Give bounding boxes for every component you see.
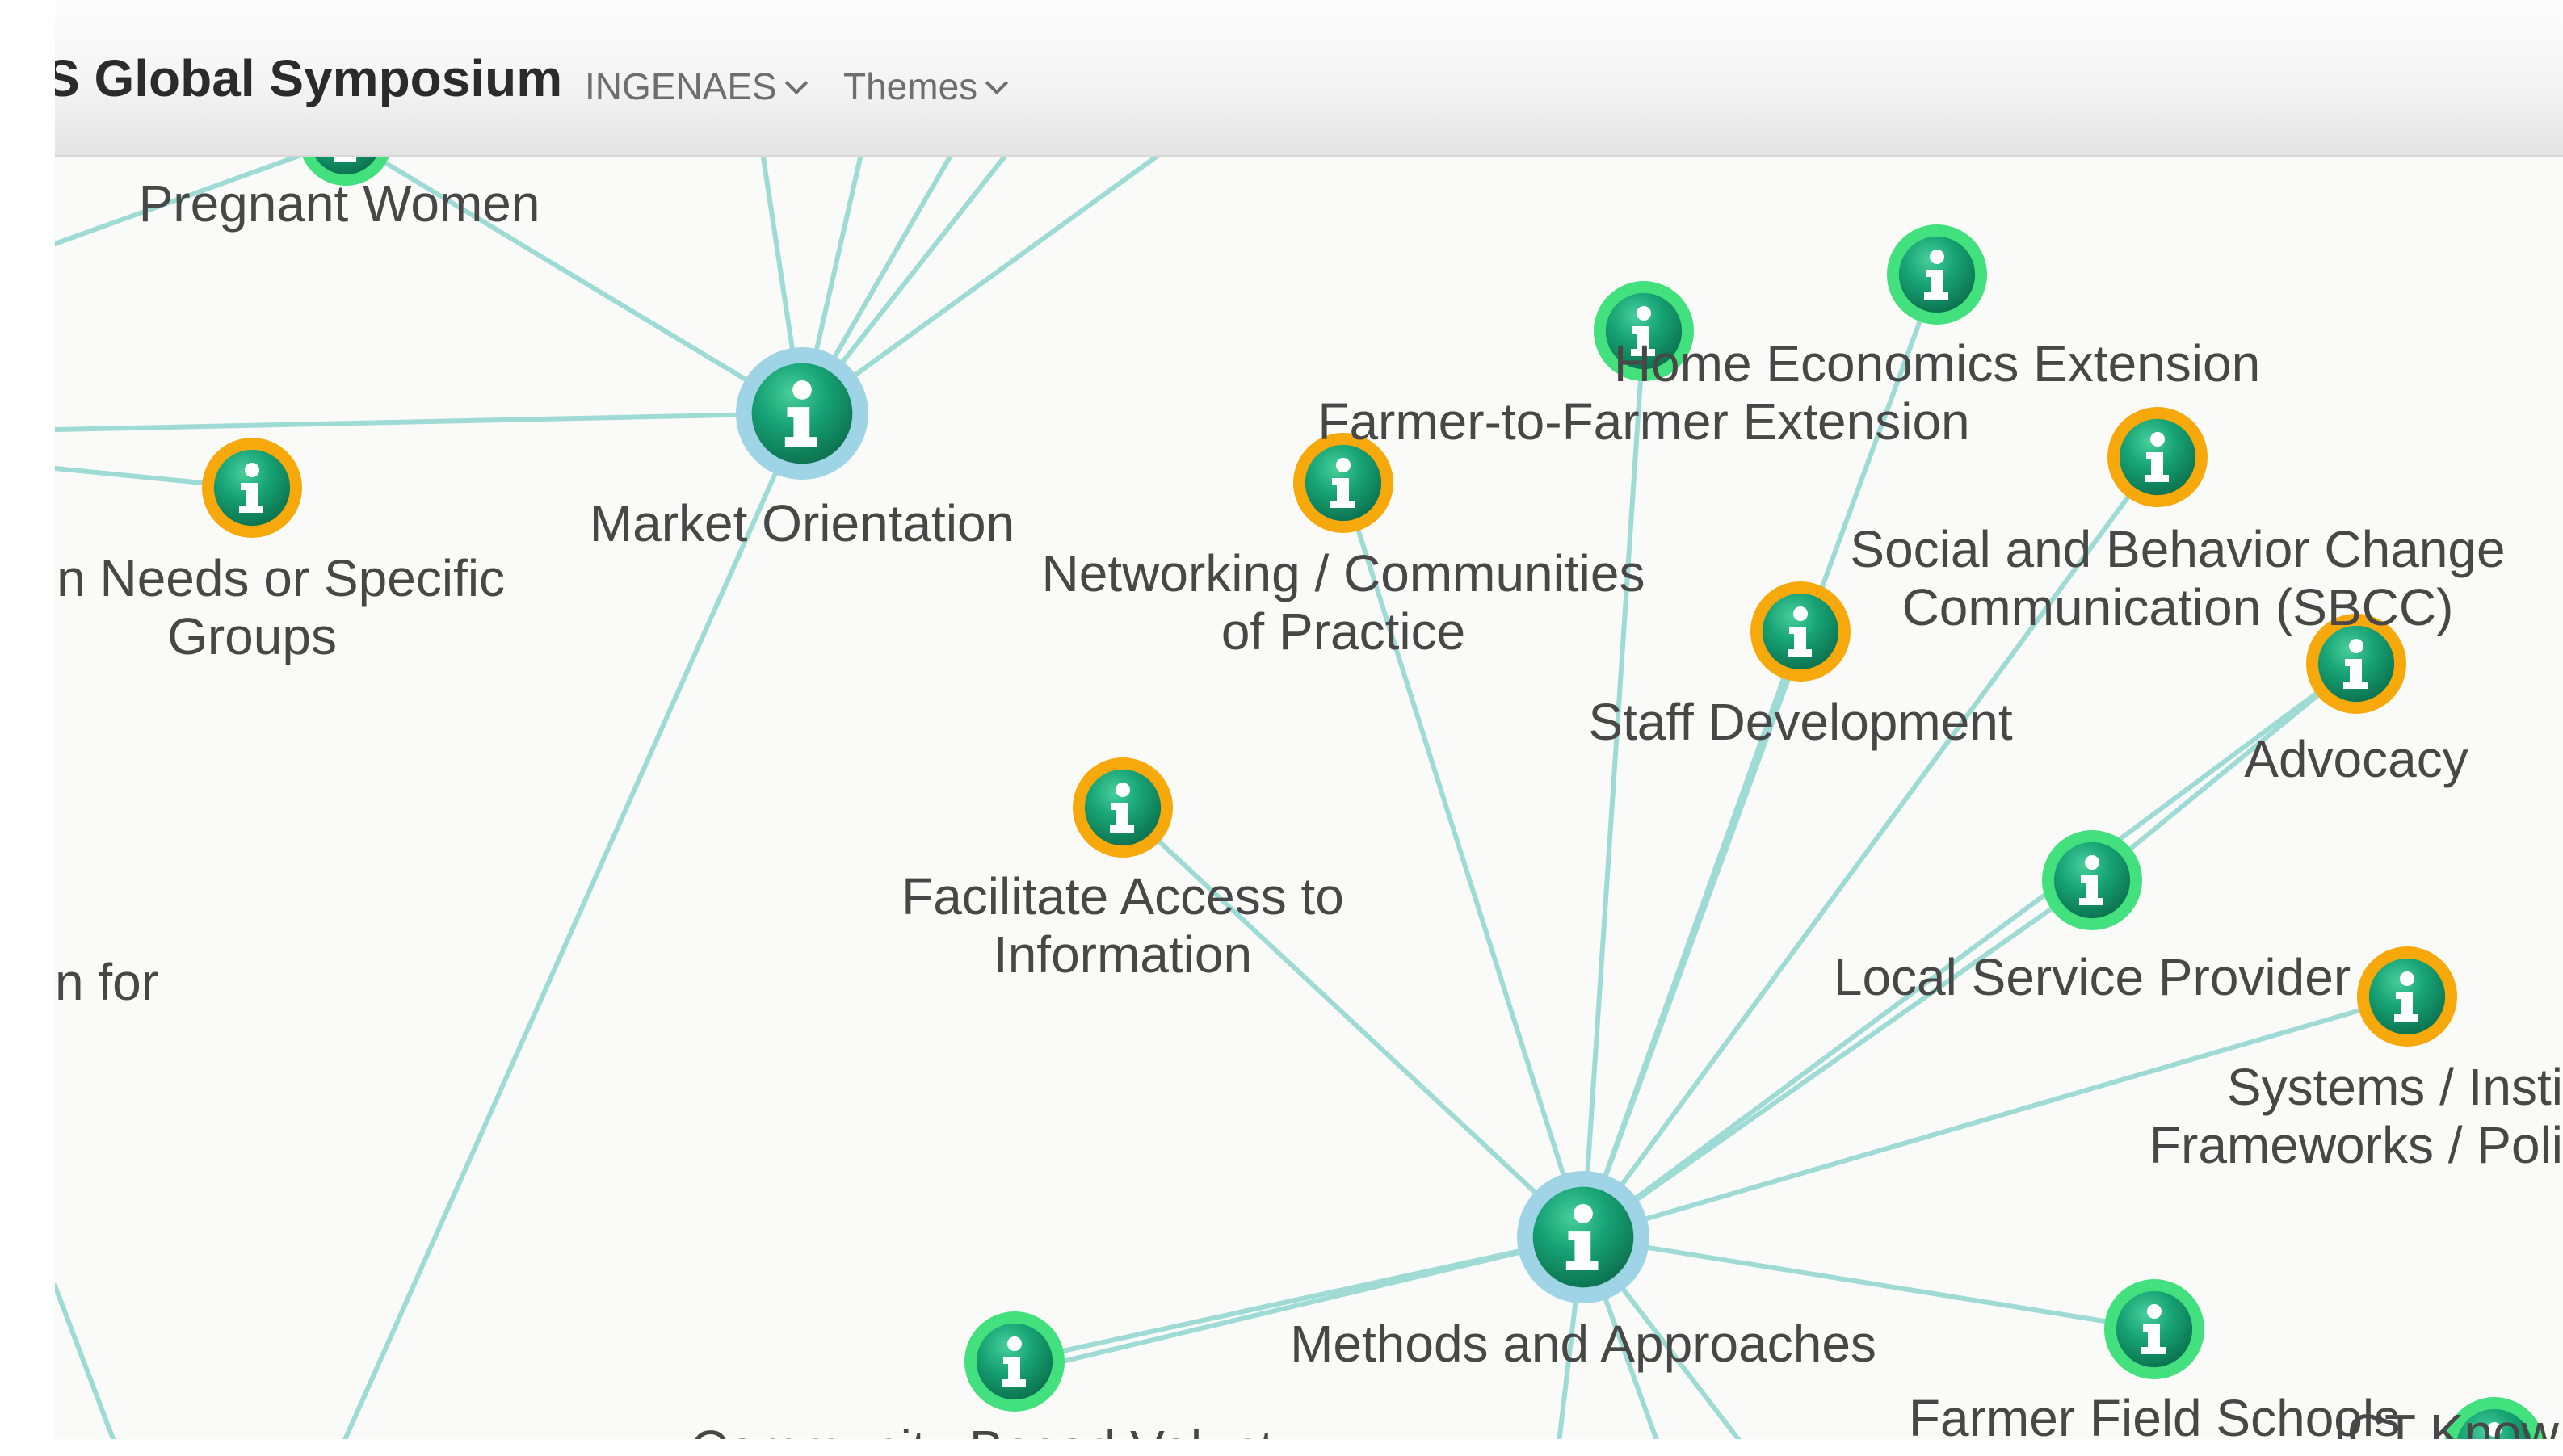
nav-themes-label: Themes — [843, 65, 978, 107]
node-label: Advocacy — [2244, 730, 2468, 788]
graph-node-local-service[interactable] — [2042, 830, 2142, 930]
node-label: Farmer-to-Farmer Extension — [1317, 392, 1969, 451]
nav-ingenaes[interactable]: INGENAES — [585, 65, 808, 108]
graph-labels: Pregnant Women Market Orientation : on Nee… — [55, 174, 2563, 1456]
node-label: Communication (SBCC) — [1902, 578, 2454, 636]
chevron-down-icon — [985, 71, 1009, 95]
graph-edge — [55, 411, 805, 432]
graph-node-market-orientation[interactable] — [736, 347, 868, 480]
graph-node-sbcc[interactable] — [2107, 407, 2208, 507]
nav-ingenaes-label: INGENAES — [585, 65, 777, 107]
graph-node-methods-approaches[interactable] — [1517, 1171, 1649, 1303]
node-label: Groups — [167, 607, 337, 665]
node-label: Local Service Provider — [1834, 948, 2351, 1006]
page-bottom-edge — [55, 1439, 2563, 1456]
network-graph[interactable]: Pregnant Women Market Orientation : on Nee… — [55, 155, 2563, 1456]
graph-node-farmer-field[interactable] — [2104, 1279, 2204, 1379]
node-label: Methods and Approaches — [1290, 1315, 1876, 1373]
node-label: Staff Development — [1588, 693, 2013, 751]
top-navbar: S Global Symposium INGENAES Themes — [55, 0, 2563, 157]
node-label: Pregnant Women — [139, 174, 540, 233]
graph-node-systems[interactable] — [2357, 946, 2457, 1047]
graph-node-facilitate-access[interactable] — [1073, 757, 1173, 858]
node-label: of Practice — [1221, 602, 1465, 661]
node-label: : on Needs or Specific — [55, 549, 505, 607]
graph-edge — [55, 1283, 122, 1456]
node-label: Frameworks / Poli — [2149, 1116, 2563, 1174]
node-label: Market Orientation — [590, 494, 1015, 552]
nav-themes[interactable]: Themes — [843, 65, 1009, 108]
site-brand[interactable]: S Global Symposium — [55, 48, 562, 108]
node-label: Information — [994, 925, 1252, 984]
chevron-down-icon — [784, 71, 808, 95]
node-label: Home Economics Extension — [1614, 334, 2260, 392]
graph-node-home-economics[interactable] — [1887, 224, 1987, 325]
app-viewport: S Global Symposium INGENAES Themes Pregn… — [55, 0, 2563, 1456]
graph-edge — [1581, 878, 2095, 1240]
node-label: Social and Behavior Change — [1850, 520, 2505, 578]
graph-node-community-based[interactable] — [964, 1311, 1065, 1412]
node-label: Facilitate Access to — [901, 867, 1344, 925]
graph-node-staff-development[interactable] — [1750, 581, 1851, 682]
node-label: Networking / Communities — [1042, 544, 1645, 602]
graph-node-needs-groups[interactable] — [202, 438, 302, 538]
graph-edge — [800, 155, 1163, 416]
node-label: Systems / Insti — [2227, 1058, 2563, 1116]
network-graph-area[interactable]: Pregnant Women Market Orientation : on Nee… — [55, 155, 2563, 1456]
node-label-partial: n for — [55, 953, 158, 1011]
